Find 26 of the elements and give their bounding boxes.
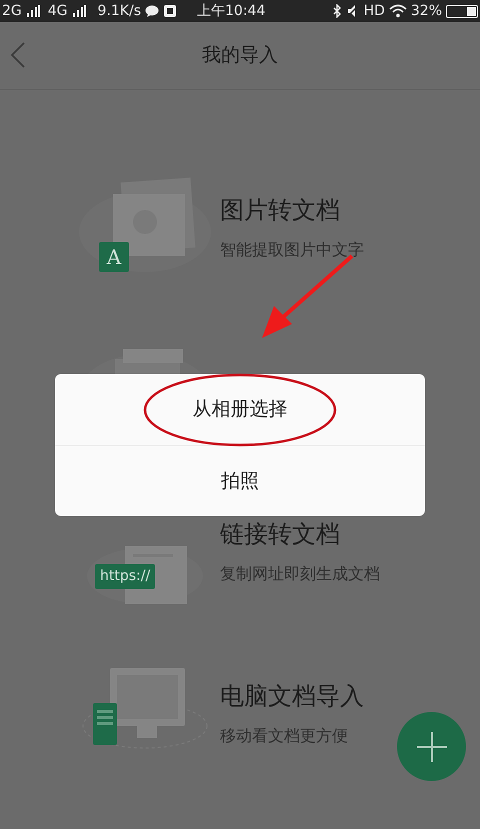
bluetooth-icon <box>332 4 342 18</box>
badge-label: https:// <box>95 564 156 589</box>
dialog-option[interactable]: 从相册选择 <box>55 374 425 445</box>
page-title: 我的导入 <box>202 43 278 68</box>
signal-icon <box>72 5 86 17</box>
signal-icon <box>26 5 40 17</box>
item-title[interactable]: 图片转文档 <box>220 192 364 228</box>
item-subtitle: 移动看文档更方便 <box>220 725 349 747</box>
hd-label: HD <box>364 2 385 20</box>
item-title[interactable]: 电脑文档导入 <box>220 678 364 714</box>
speed-text: 9.1K/s <box>98 2 141 20</box>
dialog-option[interactable]: 拍照 <box>55 445 425 516</box>
battery-icon <box>446 4 478 18</box>
item-subtitle: 智能提取图片中文字 <box>220 239 364 261</box>
network-label: 2G <box>2 2 22 20</box>
clock-text: 上午10:44 <box>197 2 266 20</box>
battery-text: 32% <box>410 2 442 20</box>
app-icon <box>163 4 177 18</box>
chat-bubble-icon <box>145 5 159 17</box>
network-label: 4G <box>48 2 68 20</box>
wifi-icon <box>388 4 407 18</box>
plus-icon <box>416 730 448 762</box>
item-title[interactable]: 链接转文档 <box>220 516 380 552</box>
badge-label: A <box>99 242 129 272</box>
back-icon[interactable] <box>10 42 26 68</box>
item-subtitle: 复制网址即刻生成文档 <box>220 563 380 585</box>
